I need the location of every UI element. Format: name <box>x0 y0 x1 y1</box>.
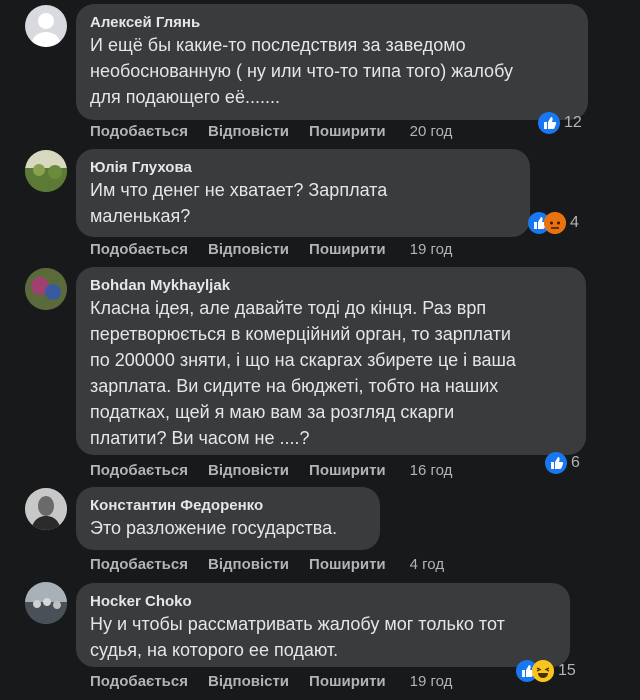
comment-bubble: Алексей Глянь И ещё бы какие-то последст… <box>76 4 588 120</box>
comment-text: Им что денег не хватает? Зарплата малень… <box>90 180 388 226</box>
share-button[interactable]: Поширити <box>309 241 386 258</box>
comment-author[interactable]: Bohdan Mykhayljak <box>90 276 572 295</box>
reply-button[interactable]: Відповісти <box>208 123 289 140</box>
angry-icon <box>544 212 566 234</box>
like-button[interactable]: Подобається <box>90 462 188 479</box>
like-button[interactable]: Подобається <box>90 241 188 258</box>
comment-author[interactable]: Константин Федоренко <box>90 496 366 515</box>
comment-text: Ну и чтобы рассматривать жалобу мог толь… <box>90 614 505 660</box>
comment-text: И ещё бы какие-то последствия за заведом… <box>90 35 513 107</box>
reply-button[interactable]: Відповісти <box>208 241 289 258</box>
reaction-count: 6 <box>571 454 580 471</box>
comment-actions: Подобається Відповісти Поширити 19 год <box>90 673 472 690</box>
reply-button[interactable]: Відповісти <box>208 673 289 690</box>
comment-actions: Подобається Відповісти Поширити 19 год <box>90 241 472 258</box>
comment-time[interactable]: 16 год <box>410 462 453 479</box>
like-icon <box>545 452 567 474</box>
comment-time[interactable]: 19 год <box>410 241 453 258</box>
comment-bubble: Константин Федоренко Это разложение госу… <box>76 487 380 550</box>
reaction-summary[interactable]: 6 <box>541 448 586 478</box>
avatar[interactable] <box>25 582 67 624</box>
avatar[interactable] <box>25 268 67 310</box>
comment-bubble: Юлія Глухова Им что денег не хватает? За… <box>76 149 530 237</box>
avatar[interactable] <box>25 150 67 192</box>
comment-author[interactable]: Hocker Choko <box>90 592 556 611</box>
share-button[interactable]: Поширити <box>309 123 386 140</box>
like-button[interactable]: Подобається <box>90 123 188 140</box>
comment-actions: Подобається Відповісти Поширити 4 год <box>90 556 464 573</box>
reply-button[interactable]: Відповісти <box>208 556 289 573</box>
like-button[interactable]: Подобається <box>90 673 188 690</box>
comment-actions: Подобається Відповісти Поширити 20 год <box>90 123 472 140</box>
haha-icon <box>532 660 554 682</box>
reaction-count: 15 <box>558 662 576 679</box>
reaction-count: 4 <box>570 214 579 231</box>
like-button[interactable]: Подобається <box>90 556 188 573</box>
share-button[interactable]: Поширити <box>309 556 386 573</box>
like-icon <box>538 112 560 134</box>
share-button[interactable]: Поширити <box>309 673 386 690</box>
reaction-summary[interactable]: 12 <box>534 108 588 138</box>
reply-button[interactable]: Відповісти <box>208 462 289 479</box>
reaction-summary[interactable]: 15 <box>512 656 582 686</box>
avatar[interactable] <box>25 488 67 530</box>
comment-actions: Подобається Відповісти Поширити 16 год <box>90 462 472 479</box>
comment-bubble: Bohdan Mykhayljak Класна ідея, але давай… <box>76 267 586 455</box>
comment-text: Класна ідея, але давайте тоді до кінця. … <box>90 298 516 448</box>
comment-text: Это разложение государства. <box>90 518 338 538</box>
reaction-count: 12 <box>564 114 582 131</box>
comment-author[interactable]: Алексей Глянь <box>90 13 574 32</box>
comment-author[interactable]: Юлія Глухова <box>90 158 516 177</box>
comment-time[interactable]: 4 год <box>410 556 444 573</box>
share-button[interactable]: Поширити <box>309 462 386 479</box>
comment-bubble: Hocker Choko Ну и чтобы рассматривать жа… <box>76 583 570 667</box>
reaction-summary[interactable]: 4 <box>524 208 585 238</box>
comment-time[interactable]: 20 год <box>410 123 453 140</box>
comment-time[interactable]: 19 год <box>410 673 453 690</box>
avatar[interactable] <box>25 5 67 47</box>
